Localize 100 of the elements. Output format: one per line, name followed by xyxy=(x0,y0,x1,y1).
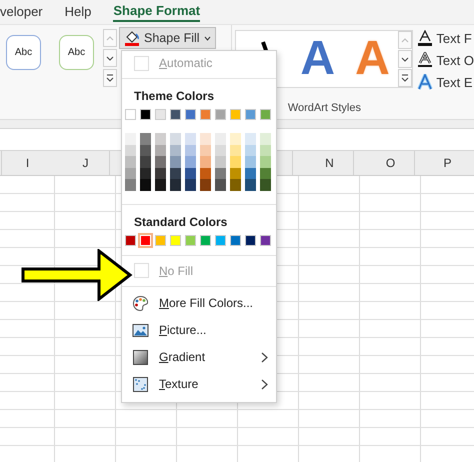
column-header[interactable]: O xyxy=(360,151,421,175)
color-swatch[interactable] xyxy=(170,109,181,120)
color-swatch[interactable] xyxy=(125,144,136,156)
color-swatch[interactable] xyxy=(245,156,256,168)
section-title: Standard Colors xyxy=(133,214,228,231)
color-swatch[interactable] xyxy=(200,234,211,246)
color-swatch[interactable] xyxy=(155,168,166,180)
color-swatch[interactable] xyxy=(260,109,271,120)
color-swatch[interactable] xyxy=(260,234,271,246)
caret-down-icon xyxy=(106,56,114,60)
color-swatch[interactable] xyxy=(185,168,196,180)
scroll-down-button[interactable] xyxy=(398,50,412,68)
color-swatch[interactable] xyxy=(125,133,136,145)
color-swatch[interactable] xyxy=(215,179,226,191)
color-swatch[interactable] xyxy=(215,144,226,156)
color-swatch[interactable] xyxy=(230,156,241,168)
color-swatch[interactable] xyxy=(140,179,151,191)
color-swatch[interactable] xyxy=(155,156,166,168)
menu-item[interactable]: Picture... xyxy=(122,316,276,344)
text-format-button[interactable]: Text F xyxy=(417,29,474,47)
color-swatch[interactable] xyxy=(140,168,151,180)
color-swatch[interactable] xyxy=(200,109,211,120)
texture-icon xyxy=(132,376,149,393)
color-swatch[interactable] xyxy=(155,234,166,246)
color-swatch[interactable] xyxy=(170,168,181,180)
color-swatch[interactable] xyxy=(230,234,241,246)
color-swatch[interactable] xyxy=(200,168,211,180)
color-swatch[interactable] xyxy=(215,156,226,168)
color-swatch[interactable] xyxy=(125,234,136,246)
color-swatch[interactable] xyxy=(230,133,241,145)
color-swatch[interactable] xyxy=(185,234,196,246)
color-swatch[interactable] xyxy=(185,179,196,191)
color-swatch[interactable] xyxy=(260,156,271,168)
ribbon-tab[interactable]: Shape Format xyxy=(113,0,200,22)
shape-fill-button[interactable]: Shape Fill xyxy=(119,27,216,49)
color-swatch[interactable] xyxy=(140,156,151,168)
caret-down-icon xyxy=(401,56,410,62)
color-swatch[interactable] xyxy=(260,179,271,191)
color-swatch[interactable] xyxy=(125,168,136,180)
color-swatch[interactable] xyxy=(185,109,196,120)
color-swatch[interactable] xyxy=(170,234,181,246)
color-swatch[interactable] xyxy=(215,133,226,145)
color-swatch[interactable] xyxy=(155,144,166,156)
color-swatch[interactable] xyxy=(155,179,166,191)
color-swatch[interactable] xyxy=(230,109,241,120)
column-header[interactable]: N xyxy=(299,151,360,175)
color-swatch[interactable] xyxy=(215,168,226,180)
color-swatch[interactable] xyxy=(170,179,181,191)
color-swatch[interactable] xyxy=(140,133,151,145)
color-swatch[interactable] xyxy=(185,144,196,156)
column-header[interactable]: I xyxy=(0,151,55,175)
ribbon-tab[interactable]: veloper xyxy=(0,2,43,20)
wordart-style[interactable]: A xyxy=(300,31,336,87)
column-header[interactable]: J xyxy=(55,151,116,175)
color-swatch[interactable] xyxy=(230,144,241,156)
color-swatch[interactable] xyxy=(215,109,226,120)
color-swatch[interactable] xyxy=(125,156,136,168)
caret-down-icon xyxy=(204,36,211,40)
image-icon xyxy=(132,322,149,339)
color-swatch[interactable] xyxy=(245,133,256,145)
color-swatch[interactable] xyxy=(200,144,211,156)
color-swatch[interactable] xyxy=(125,109,136,120)
color-swatch[interactable] xyxy=(170,144,181,156)
shape-style-swatch[interactable]: Abc xyxy=(59,35,94,70)
color-swatch[interactable] xyxy=(200,179,211,191)
color-swatch[interactable] xyxy=(245,234,256,246)
color-swatch[interactable] xyxy=(200,156,211,168)
shape-style-swatch[interactable]: Abc xyxy=(6,35,41,70)
color-swatch[interactable] xyxy=(230,168,241,180)
color-swatch[interactable] xyxy=(125,179,136,191)
color-swatch[interactable] xyxy=(170,133,181,145)
color-swatch[interactable] xyxy=(245,144,256,156)
text-format-button[interactable]: Text E xyxy=(417,73,474,91)
color-swatch[interactable] xyxy=(170,156,181,168)
color-swatch[interactable] xyxy=(200,133,211,145)
gallery-more-button[interactable] xyxy=(398,69,412,87)
color-swatch[interactable] xyxy=(155,133,166,145)
gallery-more-button[interactable] xyxy=(103,69,117,87)
ribbon-tab[interactable]: Help xyxy=(64,2,92,20)
caret-up-icon xyxy=(401,38,410,42)
color-swatch[interactable] xyxy=(140,109,151,120)
color-swatch[interactable] xyxy=(245,168,256,180)
scroll-down-button[interactable] xyxy=(103,49,117,67)
color-swatch[interactable] xyxy=(245,109,256,120)
menu-item[interactable]: Texture xyxy=(122,370,276,398)
color-swatch[interactable] xyxy=(185,133,196,145)
color-swatch[interactable] xyxy=(140,144,151,156)
color-swatch[interactable] xyxy=(155,109,166,120)
color-swatch[interactable] xyxy=(215,234,226,246)
color-swatch[interactable] xyxy=(260,133,271,145)
color-swatch[interactable] xyxy=(260,168,271,180)
letter-a-icon xyxy=(417,74,434,90)
color-swatch[interactable] xyxy=(260,144,271,156)
color-swatch[interactable] xyxy=(230,179,241,191)
menu-item[interactable]: More Fill Colors... xyxy=(122,290,276,317)
text-format-button[interactable]: Text O xyxy=(417,51,474,69)
color-swatch[interactable] xyxy=(245,179,256,191)
color-swatch[interactable] xyxy=(185,156,196,168)
menu-item[interactable]: Gradient xyxy=(122,344,276,371)
column-header[interactable]: P xyxy=(421,151,474,175)
